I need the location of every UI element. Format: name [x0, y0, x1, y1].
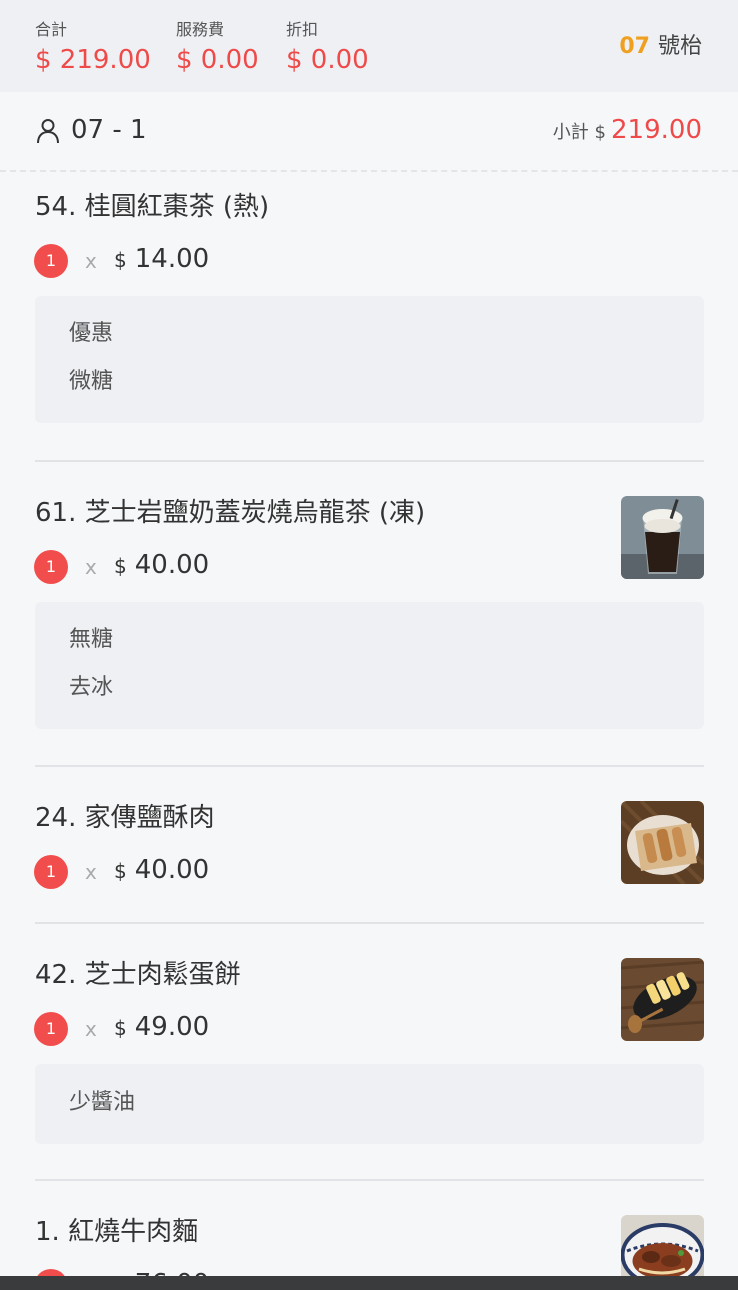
item-divider — [35, 460, 704, 462]
price-amount: 14.00 — [134, 244, 210, 274]
service-fee-value: $ 0.00 — [176, 45, 259, 75]
times-sign: x — [85, 1017, 97, 1041]
person-icon — [36, 118, 60, 144]
item-photo — [621, 801, 704, 884]
item-title: 61. 芝士岩鹽奶蓋炭燒烏龍茶 (凍) — [35, 498, 426, 528]
price-amount: 49.00 — [134, 1012, 210, 1042]
item-divider — [35, 1179, 704, 1181]
item-price: $40.00 — [114, 548, 209, 585]
item-title: 42. 芝士肉鬆蛋餅 — [35, 960, 241, 990]
subtotal-value: 219.00 — [611, 115, 702, 145]
currency-symbol: $ — [114, 1016, 127, 1040]
price-amount: 40.00 — [134, 550, 210, 580]
system-bottom-bar — [0, 1276, 738, 1290]
service-fee-label: 服務費 — [176, 20, 225, 39]
item-photo — [621, 496, 704, 579]
item-price: $40.00 — [114, 853, 209, 890]
item-title: 1. 紅燒牛肉麵 — [35, 1217, 199, 1247]
item-divider — [35, 922, 704, 924]
item-option: 少醬油 — [69, 1090, 136, 1115]
times-sign: x — [85, 555, 97, 579]
times-sign: x — [85, 249, 97, 273]
currency-symbol: $ — [114, 859, 127, 883]
item-divider — [35, 765, 704, 767]
currency-symbol: $ — [114, 248, 127, 272]
order-summary-bar: 合計 $ 219.00 服務費 $ 0.00 折扣 $ 0.00 07 號枱 — [0, 0, 738, 92]
total-label: 合計 — [35, 20, 68, 39]
discount-label: 折扣 — [286, 20, 319, 39]
item-price: $49.00 — [114, 1010, 209, 1047]
discount-value: $ 0.00 — [286, 45, 369, 75]
table-number-suffix: 號枱 — [657, 34, 702, 59]
item-option: 微糖 — [69, 369, 114, 394]
table-number: 07 號枱 — [619, 32, 702, 62]
item-title: 54. 桂圓紅棗茶 (熱) — [35, 192, 270, 222]
quantity-badge: 1 — [34, 244, 68, 278]
guest-subtotal: 小計 $ 219.00 — [553, 113, 702, 150]
item-photo — [621, 958, 704, 1041]
item-options: 優惠 微糖 — [35, 296, 704, 423]
item-option: 無糖 — [69, 627, 114, 652]
times-sign: x — [85, 860, 97, 884]
quantity-badge: 1 — [34, 1012, 68, 1046]
subtotal-label: 小計 $ — [552, 122, 606, 143]
currency-symbol: $ — [114, 554, 127, 578]
service-fee-block: 服務費 $ 0.00 — [176, 20, 259, 78]
total-value: $ 219.00 — [35, 45, 151, 75]
guest-label: 07 - 1 — [71, 115, 147, 145]
price-amount: 40.00 — [134, 855, 210, 885]
item-price: $14.00 — [114, 242, 209, 279]
item-options: 無糖 去冰 — [35, 602, 704, 729]
item-option: 去冰 — [69, 675, 114, 700]
discount-block: 折扣 $ 0.00 — [286, 20, 369, 78]
total-block: 合計 $ 219.00 — [35, 20, 151, 78]
quantity-badge: 1 — [34, 855, 68, 889]
table-number-value: 07 — [619, 34, 650, 59]
item-title: 24. 家傳鹽酥肉 — [35, 803, 215, 833]
quantity-badge: 1 — [34, 550, 68, 584]
item-options: 少醬油 — [35, 1064, 704, 1144]
item-option: 優惠 — [69, 321, 114, 346]
